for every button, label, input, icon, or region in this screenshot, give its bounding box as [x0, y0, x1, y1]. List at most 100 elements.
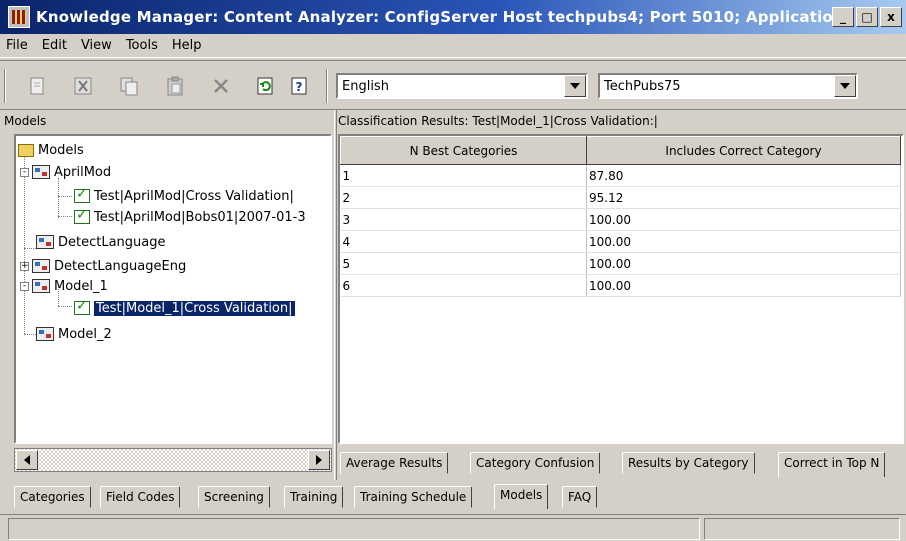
- tree-horizontal-scrollbar[interactable]: [14, 448, 332, 472]
- table-row[interactable]: 1 87.80: [340, 164, 901, 187]
- menu-bar: File Edit View Tools Help: [0, 34, 906, 58]
- tab-results-by-category[interactable]: Results by Category: [622, 452, 755, 474]
- tree-node-aprilmod[interactable]: - AprilMod: [20, 162, 111, 182]
- table-row[interactable]: 6 100.00: [340, 274, 901, 297]
- cell-percent: 100.00: [586, 208, 901, 231]
- column-header-includes-correct[interactable]: Includes Correct Category: [586, 136, 901, 165]
- cell-n: 3: [340, 208, 587, 231]
- menu-file[interactable]: File: [6, 38, 28, 53]
- minimize-button[interactable]: _: [832, 7, 854, 27]
- cell-n: 6: [340, 274, 587, 297]
- delete-icon[interactable]: [206, 71, 236, 101]
- tree-label: Model_1: [54, 278, 108, 294]
- status-bar: [0, 514, 906, 541]
- arrow-right-icon: [316, 455, 322, 465]
- status-panel-secondary: [704, 518, 900, 540]
- cell-n: 5: [340, 252, 587, 275]
- results-header: Classification Results: Test|Model_1|Cro…: [338, 114, 658, 128]
- tree-label: Models: [38, 142, 84, 158]
- toolbar: ? English TechPubs75: [0, 60, 906, 110]
- tree-label: DetectLanguage: [58, 234, 166, 250]
- cell-n: 1: [340, 164, 587, 187]
- title-bar: Knowledge Manager: Content Analyzer: Con…: [0, 0, 906, 34]
- check-icon: [74, 186, 90, 203]
- results-table-container: N Best Categories Includes Correct Categ…: [338, 134, 904, 444]
- column-header-n-best[interactable]: N Best Categories: [340, 136, 587, 165]
- cut-icon[interactable]: [68, 71, 98, 101]
- menu-help[interactable]: Help: [172, 38, 202, 53]
- tree-label: DetectLanguageEng: [54, 258, 187, 274]
- server-select[interactable]: TechPubs75: [598, 73, 858, 99]
- refresh-icon[interactable]: [250, 71, 280, 101]
- tree-node-model-2[interactable]: Model_2: [36, 324, 112, 344]
- tree-node-detectlanguage[interactable]: DetectLanguage: [36, 232, 166, 252]
- window-title: Knowledge Manager: Content Analyzer: Con…: [36, 8, 832, 26]
- tab-field-codes[interactable]: Field Codes: [100, 486, 181, 508]
- tab-training[interactable]: Training: [284, 486, 344, 508]
- tree-connector: [58, 216, 72, 217]
- chevron-down-icon[interactable]: [564, 75, 586, 97]
- new-document-icon[interactable]: [22, 71, 52, 101]
- table-row[interactable]: 2 95.12: [340, 186, 901, 209]
- table-row[interactable]: 4 100.00: [340, 230, 901, 253]
- scroll-left-button[interactable]: [16, 450, 38, 470]
- server-value: TechPubs75: [604, 78, 681, 94]
- panel-splitter[interactable]: [334, 110, 337, 480]
- table-row[interactable]: 5 100.00: [340, 252, 901, 275]
- model-icon: [32, 259, 50, 273]
- tree-node-test-aprilmod-bobs[interactable]: Test|AprilMod|Bobs01|2007-01-3: [74, 207, 306, 227]
- tab-screening[interactable]: Screening: [198, 486, 270, 508]
- tab-training-schedule[interactable]: Training Schedule: [354, 486, 473, 508]
- check-icon: [74, 207, 90, 224]
- close-button[interactable]: x: [880, 7, 902, 27]
- tab-faq[interactable]: FAQ: [562, 486, 598, 508]
- cell-n: 2: [340, 186, 587, 209]
- tree-connector: [58, 178, 59, 218]
- tab-category-confusion[interactable]: Category Confusion: [470, 452, 601, 474]
- tree-label: Test|Model_1|Cross Validation|: [94, 300, 295, 316]
- tab-correct-in-top-n[interactable]: Correct in Top N: [778, 452, 886, 477]
- folder-icon: [18, 143, 34, 157]
- tree-label: Test|AprilMod|Bobs01|2007-01-3: [94, 209, 306, 225]
- chevron-down-icon[interactable]: [834, 75, 856, 97]
- tree-node-test-aprilmod-cv[interactable]: Test|AprilMod|Cross Validation|: [74, 186, 294, 206]
- tree-node-models[interactable]: Models: [18, 140, 84, 160]
- cell-percent: 87.80: [586, 164, 901, 187]
- svg-text:?: ?: [296, 80, 303, 94]
- tree-node-test-model-1-cv[interactable]: Test|Model_1|Cross Validation|: [74, 298, 295, 318]
- menu-tools[interactable]: Tools: [126, 38, 158, 53]
- cell-percent: 100.00: [586, 230, 901, 253]
- collapse-toggle[interactable]: -: [20, 167, 29, 177]
- tab-models[interactable]: Models: [494, 484, 549, 509]
- language-select[interactable]: English: [336, 73, 588, 99]
- arrow-left-icon: [24, 455, 30, 465]
- menu-view[interactable]: View: [81, 38, 112, 53]
- cell-percent: 100.00: [586, 274, 901, 297]
- help-icon[interactable]: ?: [284, 71, 314, 101]
- model-icon: [36, 235, 54, 249]
- scroll-right-button[interactable]: [308, 450, 330, 470]
- collapse-toggle[interactable]: -: [20, 281, 29, 291]
- tree-node-detectlanguageeng[interactable]: + DetectLanguageEng: [20, 256, 186, 276]
- tree-connector: [58, 306, 72, 307]
- toolbar-grip: [4, 69, 6, 103]
- expand-toggle[interactable]: +: [20, 261, 29, 271]
- check-icon: [74, 298, 90, 315]
- tree-connector: [24, 248, 36, 249]
- tab-average-results[interactable]: Average Results: [340, 452, 449, 474]
- cell-percent: 95.12: [586, 186, 901, 209]
- copy-icon[interactable]: [114, 71, 144, 101]
- tree-label: Test|AprilMod|Cross Validation|: [94, 188, 294, 204]
- table-row[interactable]: 3 100.00: [340, 208, 901, 231]
- cell-n: 4: [340, 230, 587, 253]
- menu-edit[interactable]: Edit: [42, 38, 67, 53]
- maximize-button[interactable]: □: [856, 7, 878, 27]
- tree-label: Model_2: [58, 326, 112, 342]
- tree-connector: [24, 334, 36, 335]
- models-tree[interactable]: Models - AprilMod Test|AprilMod|Cross Va…: [14, 134, 332, 444]
- tree-node-model-1[interactable]: - Model_1: [20, 276, 108, 296]
- tree-connector: [58, 196, 72, 197]
- status-panel-main: [8, 518, 700, 540]
- tab-categories[interactable]: Categories: [14, 486, 91, 508]
- paste-icon[interactable]: [160, 71, 190, 101]
